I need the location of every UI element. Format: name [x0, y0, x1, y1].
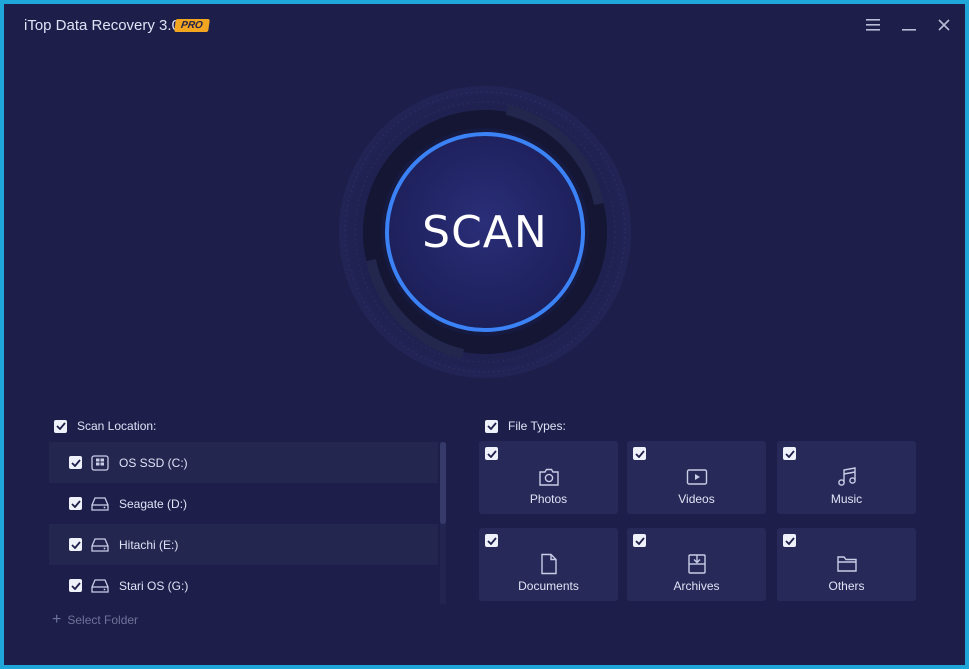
scrollbar-thumb[interactable] [440, 442, 446, 524]
checkmark-icon [55, 422, 66, 430]
scan-location-title: Scan Location: [77, 419, 157, 433]
file-type-documents[interactable]: Documents [479, 528, 618, 601]
scan-location-header: Scan Location: [54, 419, 156, 433]
select-folder-label: Select Folder [67, 613, 139, 627]
app-window: iTop Data Recovery 3.0 PRO SCAN Scan Loc… [4, 4, 965, 665]
checkmark-icon [634, 536, 645, 545]
drive-label: Hitachi (E:) [119, 537, 179, 552]
scan-location-checkbox[interactable] [54, 419, 67, 433]
pro-badge: PRO [174, 19, 210, 32]
file-type-label: Archives [673, 579, 720, 593]
file-type-checkbox[interactable] [633, 534, 646, 547]
app-title: iTop Data Recovery 3.0 [24, 17, 180, 34]
drive-checkbox[interactable] [69, 538, 82, 551]
minimize-icon [902, 29, 916, 31]
video-icon [686, 466, 708, 488]
drive-label: OS SSD (C:) [119, 455, 188, 470]
file-type-checkbox[interactable] [633, 447, 646, 460]
file-types-header: File Types: [485, 419, 566, 433]
drive-checkbox[interactable] [69, 456, 82, 469]
hard-drive-icon [91, 496, 111, 512]
scan-label: SCAN [422, 206, 548, 258]
file-types-title: File Types: [508, 419, 566, 433]
folder-icon [836, 553, 858, 575]
file-type-label: Music [830, 492, 863, 506]
close-icon [938, 19, 950, 31]
file-type-music[interactable]: Music [777, 441, 916, 514]
drive-list: OS SSD (C:) Seagate (D:) Hitachi (E:) St… [49, 442, 446, 604]
menu-icon [866, 19, 880, 31]
file-type-label: Others [828, 579, 865, 593]
checkmark-icon [70, 581, 81, 590]
file-type-others[interactable]: Others [777, 528, 916, 601]
checkmark-icon [70, 499, 81, 508]
document-icon [538, 553, 560, 575]
checkmark-icon [784, 536, 795, 545]
file-type-checkbox[interactable] [783, 447, 796, 460]
close-button[interactable] [933, 14, 955, 36]
scan-area: SCAN [337, 84, 633, 380]
checkmark-icon [70, 458, 81, 467]
archive-icon [686, 553, 708, 575]
drive-checkbox[interactable] [69, 579, 82, 592]
drive-item-d[interactable]: Seagate (D:) [49, 483, 438, 524]
checkmark-icon [486, 449, 497, 458]
file-type-videos[interactable]: Videos [627, 441, 766, 514]
hard-drive-icon [91, 578, 111, 594]
windows-drive-icon [91, 454, 111, 471]
drive-item-e[interactable]: Hitachi (E:) [49, 524, 438, 565]
drive-checkbox[interactable] [69, 497, 82, 510]
file-types-checkbox[interactable] [485, 419, 498, 433]
checkmark-icon [634, 449, 645, 458]
drive-item-c[interactable]: OS SSD (C:) [49, 442, 438, 483]
minimize-button[interactable] [898, 14, 920, 36]
checkmark-icon [784, 449, 795, 458]
camera-icon [538, 466, 560, 488]
file-type-photos[interactable]: Photos [479, 441, 618, 514]
checkmark-icon [70, 540, 81, 549]
drive-list-scrollbar[interactable] [440, 442, 446, 604]
drive-label: Seagate (D:) [119, 496, 188, 511]
title-bar: iTop Data Recovery 3.0 PRO [4, 4, 965, 48]
drive-item-g[interactable]: Stari OS (G:) [49, 565, 438, 604]
file-type-label: Photos [529, 492, 568, 506]
hard-drive-icon [91, 537, 111, 553]
file-type-checkbox[interactable] [783, 534, 796, 547]
select-folder-button[interactable]: + Select Folder [52, 611, 139, 628]
menu-button[interactable] [862, 14, 884, 36]
checkmark-icon [486, 536, 497, 545]
music-icon [836, 466, 858, 488]
drive-label: Stari OS (G:) [119, 578, 189, 593]
scan-button[interactable]: SCAN [387, 134, 583, 330]
plus-icon: + [52, 611, 62, 628]
file-type-archives[interactable]: Archives [627, 528, 766, 601]
file-type-checkbox[interactable] [485, 447, 498, 460]
checkmark-icon [486, 422, 497, 430]
file-type-label: Documents [518, 579, 579, 593]
file-type-label: Videos [678, 492, 715, 506]
file-type-checkbox[interactable] [485, 534, 498, 547]
